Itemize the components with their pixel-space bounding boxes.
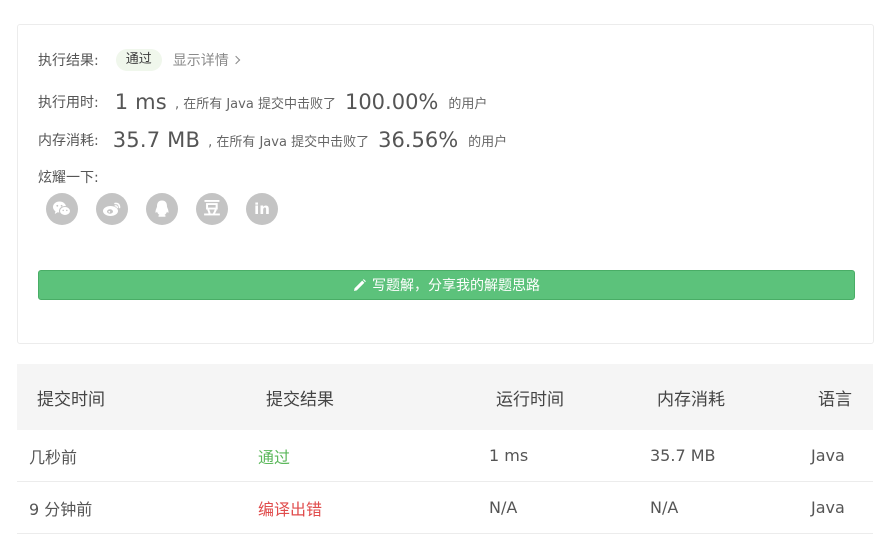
share-row: 炫耀一下:: [38, 167, 99, 187]
table-header: 提交时间 提交结果 运行时间 内存消耗 语言: [17, 364, 873, 430]
header-submit-result: 提交结果: [266, 389, 334, 410]
submit-time: 几秒前: [29, 447, 78, 467]
header-runtime: 运行时间: [496, 389, 564, 410]
weibo-icon[interactable]: [96, 193, 128, 225]
write-solution-label: 写题解，分享我的解题思路: [372, 278, 540, 294]
wechat-icon[interactable]: [46, 193, 78, 225]
memory-beat-text: , 在所有 Java 提交中击败了: [208, 134, 370, 150]
language-cell: Java: [811, 446, 845, 465]
table-row: 几秒前 通过 1 ms 35.7 MB Java: [17, 430, 873, 482]
language-cell: Java: [811, 498, 845, 517]
share-label: 炫耀一下:: [38, 170, 99, 186]
header-language: 语言: [818, 389, 852, 410]
write-solution-button[interactable]: 写题解，分享我的解题思路: [38, 270, 855, 300]
runtime-row: 执行用时: 1 ms , 在所有 Java 提交中击败了 100.00% 的用户: [38, 87, 487, 117]
submit-time: 9 分钟前: [29, 499, 93, 519]
status-badge: 通过: [115, 49, 162, 71]
header-submit-time: 提交时间: [37, 389, 105, 410]
runtime-cell: 1 ms: [489, 446, 529, 465]
runtime-beat-text: , 在所有 Java 提交中击败了: [174, 96, 336, 112]
runtime-value: 1 ms: [114, 90, 167, 114]
memory-percentile: 36.56%: [378, 128, 459, 152]
linkedin-glyph: in: [254, 199, 270, 218]
show-details-link[interactable]: 显示详情: [172, 50, 240, 70]
table-row: 9 分钟前 编译出错 N/A N/A Java: [17, 482, 873, 534]
chevron-right-icon: [231, 55, 240, 65]
pencil-icon: [353, 278, 366, 292]
status-label: 执行结果:: [38, 53, 99, 69]
memory-suffix: 的用户: [468, 134, 508, 150]
memory-value: 35.7 MB: [112, 128, 201, 152]
memory-label: 内存消耗:: [38, 133, 99, 149]
douban-icon[interactable]: 豆: [196, 193, 228, 225]
runtime-cell: N/A: [489, 498, 518, 517]
header-memory: 内存消耗: [657, 389, 725, 410]
runtime-label: 执行用时:: [38, 95, 99, 111]
memory-cell: 35.7 MB: [650, 446, 716, 465]
submit-result-link[interactable]: 通过: [258, 430, 290, 481]
memory-cell: N/A: [650, 498, 679, 517]
douban-glyph: 豆: [203, 198, 221, 219]
memory-row: 内存消耗: 35.7 MB , 在所有 Java 提交中击败了 36.56% 的…: [38, 125, 507, 155]
submit-result-link[interactable]: 编译出错: [258, 482, 322, 533]
linkedin-icon[interactable]: in: [246, 193, 278, 225]
share-icons: 豆 in: [46, 193, 278, 225]
runtime-suffix: 的用户: [448, 96, 488, 112]
show-details-label: 显示详情: [172, 53, 229, 69]
runtime-percentile: 100.00%: [344, 90, 439, 114]
qq-icon[interactable]: [146, 193, 178, 225]
submissions-table: 提交时间 提交结果 运行时间 内存消耗 语言 几秒前 通过 1 ms 35.7 …: [17, 364, 873, 534]
status-row: 执行结果: 通过 显示详情: [38, 47, 240, 73]
submission-result-panel: 执行结果: 通过 显示详情 执行用时: 1 ms , 在所有 Java 提交中击…: [17, 24, 874, 344]
